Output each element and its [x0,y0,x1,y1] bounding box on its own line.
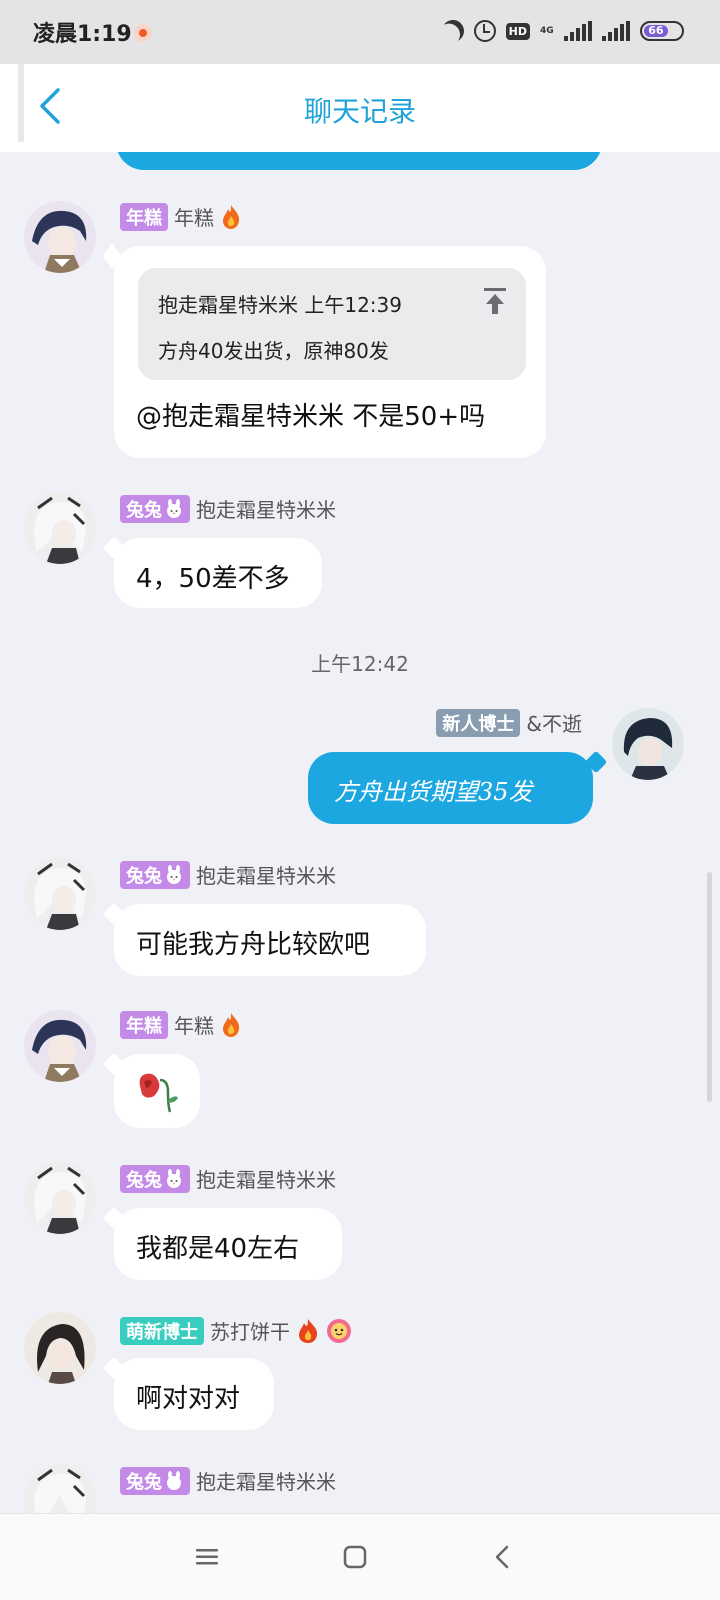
title-badge: 新人博士 [436,708,521,737]
avatar[interactable] [24,1312,96,1384]
sender-meta: 年糕 年糕 [120,1010,242,1039]
message-text: 啊对对对 [136,1384,241,1414]
fire-icon [223,1012,240,1037]
message-bubble[interactable]: 啊对对对 [114,1358,274,1430]
sender-name: 苏打饼干 [210,1320,290,1344]
message-text: @抱走霜星特米米 不是50+吗 [136,402,486,432]
sender-meta: 兔兔 抱走霜星特米米 [120,1466,336,1495]
rabbit-icon [167,1470,181,1490]
message-bubble[interactable]: 4，50差不多 [114,538,322,608]
rabbit-icon [167,864,181,884]
sender-meta: 兔兔 抱走霜星特米米 [120,860,336,889]
badge-label: 兔兔 [126,1169,162,1191]
battery-icon: 66 [640,21,684,41]
sender-name: 抱走霜星特米米 [196,1168,336,1192]
status-icons: HD 4G 66 [442,16,684,46]
sender-meta: 年糕 年糕 [120,202,242,231]
moon-icon [439,17,467,45]
title-bar: 聊天记录 [0,64,720,152]
quote-text: 方舟40发出货，原神80发 [158,339,389,363]
fire-icon [223,204,240,229]
avatar[interactable] [612,708,684,780]
message-bubble[interactable]: 我都是40左右 [114,1208,342,1280]
badge-label: 兔兔 [126,1471,162,1493]
timestamp-divider: 上午12:42 [311,652,409,676]
sender-name: 抱走霜星特米米 [196,498,336,522]
signal-icon [602,21,630,41]
message-text: 4，50差不多 [136,564,290,594]
network-type: 4G [540,26,554,36]
record-indicator-icon [134,24,152,42]
message-text: 方舟出货期望35发 [334,778,533,806]
home-icon[interactable] [340,1542,370,1572]
wilted-rose-icon [139,1073,178,1113]
title-badge: 兔兔 [120,1466,190,1495]
sender-name: &不逝 [526,712,582,736]
back-icon[interactable] [488,1542,518,1572]
title-badge: 年糕 [120,202,168,231]
flower-face-icon [327,1318,351,1343]
sender-meta: 兔兔 抱走霜星特米米 [120,1164,336,1193]
battery-level: 66 [644,25,668,37]
title-badge: 年糕 [120,1010,168,1039]
sender-meta: 兔兔 抱走霜星特米米 [120,494,336,523]
message-bubble-partial [116,152,602,170]
badge-label: 兔兔 [126,499,162,521]
avatar[interactable] [24,858,96,930]
title-badge: 萌新博士 [120,1316,204,1345]
signal-icon [564,21,592,41]
sender-meta: 新人博士 &不逝 [436,708,582,737]
sender-name: 抱走霜星特米米 [196,864,336,888]
hd-icon: HD [505,22,530,40]
avatar[interactable] [24,1010,96,1082]
avatar[interactable] [24,1162,96,1234]
title-badge: 兔兔 [120,1164,190,1193]
avatar[interactable] [24,201,96,273]
jump-to-original-icon[interactable] [482,286,508,316]
badge-label: 兔兔 [126,865,162,887]
avatar[interactable] [24,1464,96,1513]
sender-name: 年糕 [174,1014,214,1038]
title-badge: 兔兔 [120,860,190,889]
quoted-message[interactable]: 抱走霜星特米米 上午12:39 方舟40发出货，原神80发 [138,268,526,380]
message-text: 我都是40左右 [136,1234,300,1264]
rabbit-icon [167,498,181,518]
title-badge: 兔兔 [120,494,190,523]
alarm-icon [473,20,496,42]
chat-history[interactable]: 年糕 年糕 抱走霜星特米米 上午12:39 方舟40发出货，原神80发 @抱走霜… [0,152,720,1513]
menu-icon[interactable] [192,1542,222,1572]
sender-meta: 萌新博士 苏打饼干 [120,1316,352,1345]
status-time: 凌晨1:19 [33,22,132,47]
quote-header: 抱走霜星特米米 上午12:39 [158,293,402,317]
message-bubble[interactable]: 方舟出货期望35发 [308,752,593,824]
message-bubble[interactable] [114,1054,200,1128]
rabbit-icon [167,1168,181,1188]
page-title: 聊天记录 [303,95,416,128]
avatar[interactable] [24,492,96,564]
sender-name: 年糕 [174,206,214,230]
fire-icon [299,1318,318,1343]
message-bubble[interactable]: 抱走霜星特米米 上午12:39 方舟40发出货，原神80发 @抱走霜星特米米 不… [114,246,546,458]
message-bubble[interactable]: 可能我方舟比较欧吧 [114,904,426,976]
sender-name: 抱走霜星特米米 [196,1470,336,1494]
message-text: 可能我方舟比较欧吧 [136,930,371,960]
scrollbar[interactable] [707,872,712,1102]
status-bar: 凌晨1:19 HD 4G 66 [0,0,720,64]
navigation-bar [0,1513,720,1600]
